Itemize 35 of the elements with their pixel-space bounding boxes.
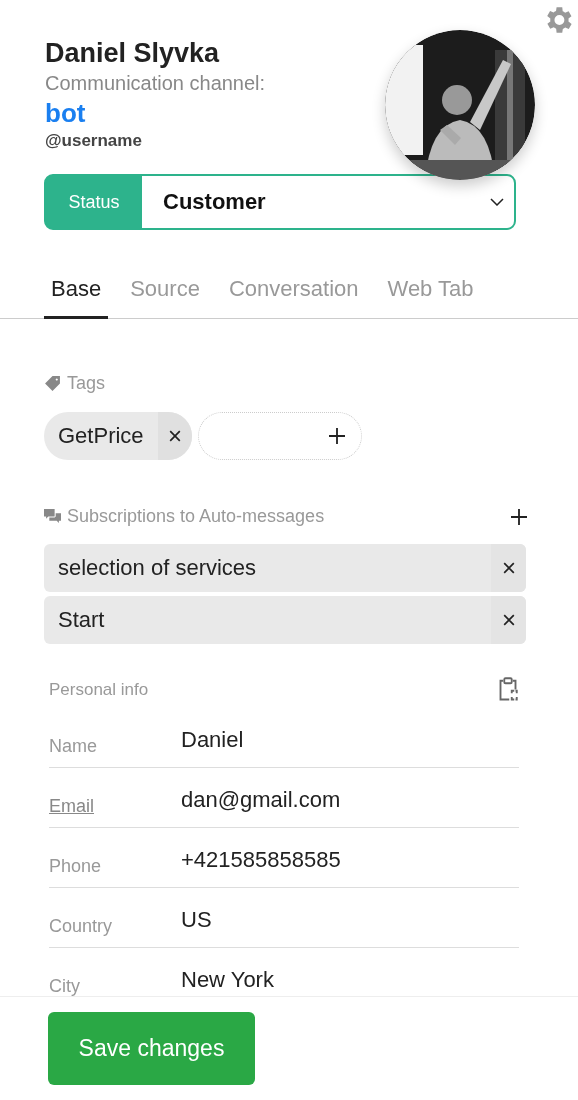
tag-icon — [44, 375, 61, 392]
tab[interactable]: Web Tab — [380, 276, 481, 319]
field-value: Daniel — [181, 727, 244, 754]
tab[interactable]: Conversation — [221, 276, 366, 319]
username: @username — [45, 130, 143, 152]
subscription-label: Start — [57, 606, 106, 634]
close-icon[interactable] — [502, 562, 515, 574]
section-title: Tags — [67, 373, 106, 394]
tab[interactable]: Base — [44, 276, 109, 319]
tab[interactable]: Source — [123, 276, 207, 319]
status-select[interactable]: Status Customer — [44, 174, 516, 230]
close-icon[interactable] — [168, 430, 181, 442]
contact-name: Daniel Slyvka — [45, 37, 221, 70]
field-label: City — [49, 976, 81, 998]
clipboard-icon[interactable] — [498, 677, 518, 702]
field-value: US — [181, 907, 212, 934]
field-label: Name — [49, 736, 98, 758]
channel-name: bot — [45, 97, 87, 130]
save-button[interactable]: Save changes — [48, 1012, 255, 1085]
field-value: dan@gmail.com — [181, 787, 341, 814]
caret-icon — [490, 198, 504, 206]
tag-label: GetPrice — [57, 422, 145, 450]
channel-label: Communication channel: — [45, 71, 267, 96]
chat-icon — [44, 508, 61, 525]
field-label: Phone — [49, 856, 103, 878]
subscription-label: selection of services — [57, 554, 258, 582]
close-icon[interactable] — [502, 614, 515, 626]
field-value: New York — [181, 967, 274, 994]
email-link[interactable]: Email — [49, 796, 181, 827]
field-label: Country — [49, 916, 114, 938]
field-value: +421585858585 — [181, 847, 341, 874]
section-title: Personal info — [49, 679, 149, 700]
plus-icon — [328, 428, 345, 444]
section-title: Subscriptions to Auto-messages — [67, 506, 325, 527]
plus-icon[interactable] — [511, 508, 527, 525]
